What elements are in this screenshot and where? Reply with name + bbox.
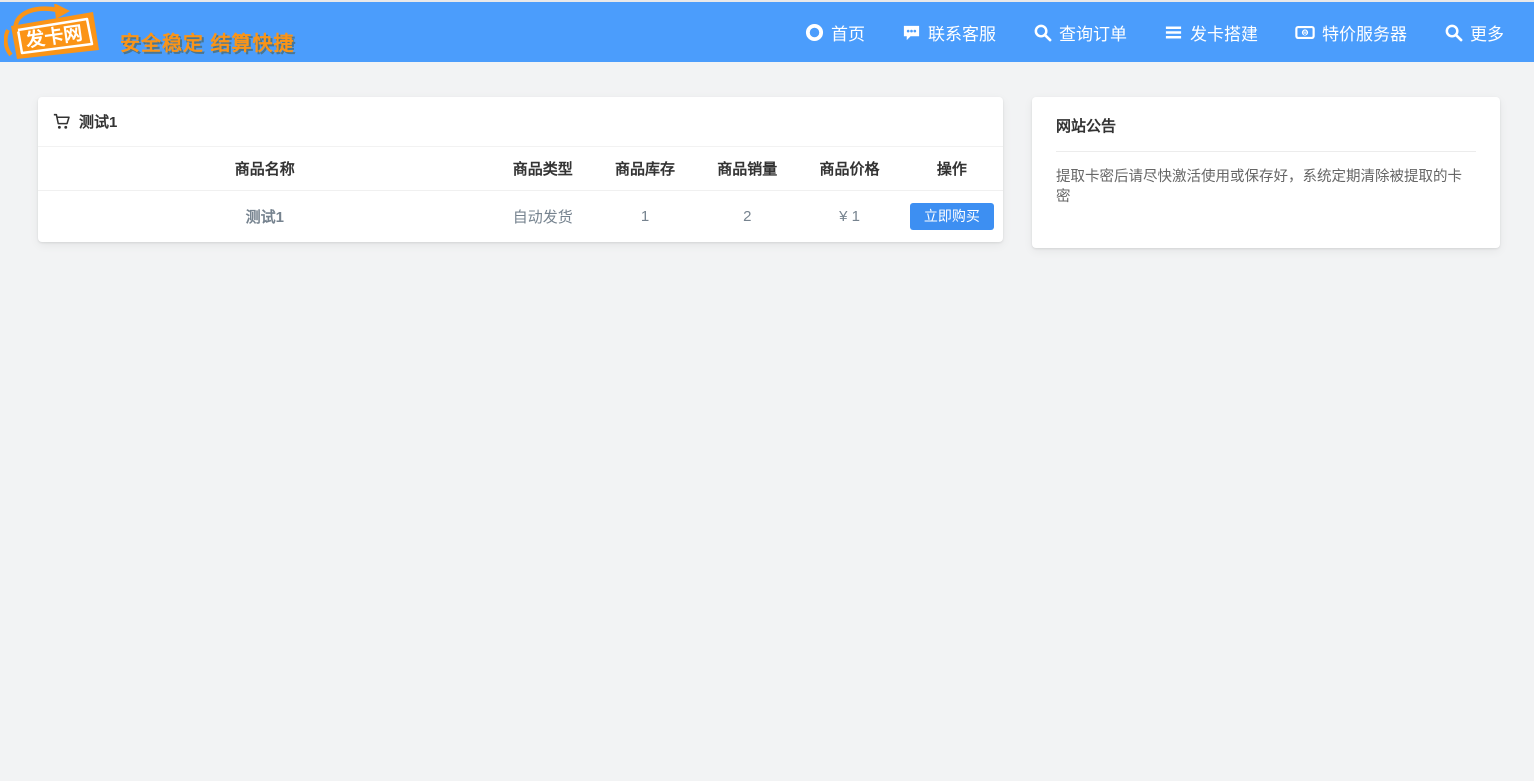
announcement-content: 提取卡密后请尽快激活使用或保存好，系统定期清除被提取的卡密 (1056, 152, 1476, 208)
table-row: 测试1 自动发货 1 2 ¥ 1 立即购买 (38, 190, 1003, 242)
brand-slogan: 安全稳定 结算快捷 (120, 27, 295, 60)
products-table: 商品名称 商品类型 商品库存 商品销量 商品价格 操作 测试1 自动发货 1 2… (38, 147, 1003, 242)
banknote-icon: 0 (1295, 23, 1315, 42)
nav-label: 首页 (831, 20, 865, 45)
table-header-row: 商品名称 商品类型 商品库存 商品销量 商品价格 操作 (38, 147, 1003, 190)
menu-icon (1164, 23, 1183, 42)
nav-label: 更多 (1470, 20, 1504, 45)
cart-icon (53, 113, 70, 130)
nav-item-home[interactable]: 首页 (805, 20, 865, 45)
buy-now-button[interactable]: 立即购买 (910, 203, 994, 230)
search-icon (1033, 23, 1052, 42)
logo-card-icon: 发卡网 (4, 4, 110, 60)
main-navigation: 首页 联系客服 查询订单 发卡搭建 0 (805, 20, 1504, 45)
nav-item-card-site-setup[interactable]: 发卡搭建 (1164, 20, 1258, 45)
nav-item-discount-servers[interactable]: 0 特价服务器 (1295, 20, 1407, 45)
announcement-title: 网站公告 (1056, 115, 1476, 151)
column-header-type: 商品类型 (492, 147, 594, 190)
main-content: 测试1 商品名称 商品类型 商品库存 商品销量 商品价格 操作 测试1 (0, 62, 1534, 248)
site-logo[interactable]: 发卡网 安全稳定 结算快捷 (4, 4, 295, 60)
nav-label: 联系客服 (928, 20, 996, 45)
product-action-cell: 立即购买 (901, 190, 1003, 242)
product-type: 自动发货 (492, 190, 594, 242)
nav-label: 特价服务器 (1322, 20, 1407, 45)
nav-label: 发卡搭建 (1190, 20, 1258, 45)
circle-icon (805, 23, 824, 42)
product-stock: 1 (594, 190, 696, 242)
column-header-stock: 商品库存 (594, 147, 696, 190)
column-header-name: 商品名称 (38, 147, 492, 190)
search-icon (1444, 23, 1463, 42)
svg-text:0: 0 (1303, 29, 1307, 36)
product-group-card: 测试1 商品名称 商品类型 商品库存 商品销量 商品价格 操作 测试1 (38, 97, 1003, 242)
product-group-header: 测试1 (38, 97, 1003, 147)
column-header-sales: 商品销量 (696, 147, 798, 190)
nav-item-order-query[interactable]: 查询订单 (1033, 20, 1127, 45)
column-header-action: 操作 (901, 147, 1003, 190)
product-name: 测试1 (38, 190, 492, 242)
product-price: ¥ 1 (798, 190, 900, 242)
product-sales: 2 (696, 190, 798, 242)
announcement-card: 网站公告 提取卡密后请尽快激活使用或保存好，系统定期清除被提取的卡密 (1032, 97, 1500, 248)
nav-item-contact-support[interactable]: 联系客服 (902, 20, 996, 45)
column-header-price: 商品价格 (798, 147, 900, 190)
chat-icon (902, 23, 921, 42)
nav-label: 查询订单 (1059, 20, 1127, 45)
site-header: 发卡网 安全稳定 结算快捷 首页 联系客服 查询订单 (0, 2, 1534, 62)
nav-item-more[interactable]: 更多 (1444, 20, 1504, 45)
product-group-title: 测试1 (79, 111, 117, 132)
